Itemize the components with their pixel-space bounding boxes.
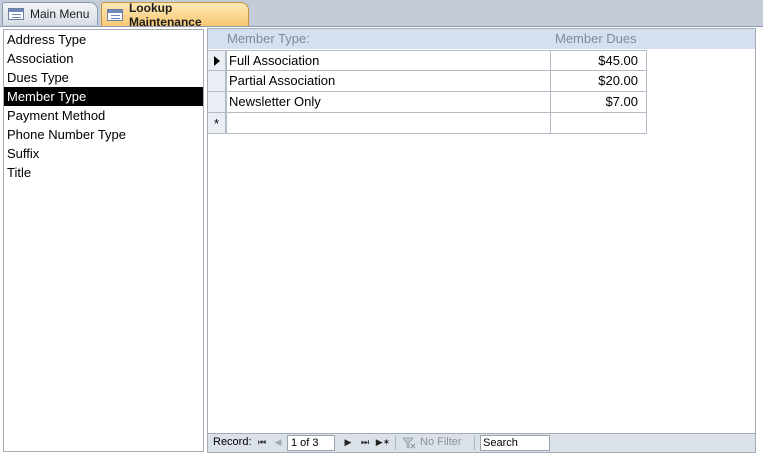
record-label: Record: <box>213 436 252 448</box>
last-record-icon[interactable]: ⏭ <box>359 436 371 449</box>
member-type-cell[interactable]: Partial Association <box>226 71 551 92</box>
new-record-row: * <box>208 113 647 134</box>
member-type-subform: Member Type: Member Dues Full Associatio… <box>207 28 756 453</box>
list-item-payment-method[interactable]: Payment Method <box>4 106 203 125</box>
tab-label: Lookup Maintenance <box>128 0 202 29</box>
tab-lookup-maintenance[interactable]: Lookup Maintenance <box>101 0 249 29</box>
member-type-cell[interactable]: Full Association <box>226 50 551 71</box>
member-dues-cell[interactable]: $7.00 <box>551 92 647 113</box>
list-item-member-type[interactable]: Member Type <box>4 87 203 106</box>
separator <box>395 436 396 450</box>
form-icon <box>107 8 123 21</box>
first-record-icon[interactable]: ⏮ <box>256 436 268 449</box>
current-record-field[interactable]: 1 of 3 <box>287 435 335 451</box>
new-record-icon[interactable]: ▶✶ <box>375 436 391 449</box>
record-selector[interactable] <box>208 50 226 71</box>
next-record-icon[interactable]: ▶ <box>342 436 354 449</box>
tab-main-menu[interactable]: Main Menu <box>2 2 98 25</box>
list-item-dues-type[interactable]: Dues Type <box>4 68 203 87</box>
lookup-list[interactable]: Address Type Association Dues Type Membe… <box>3 29 204 452</box>
member-dues-cell[interactable]: $20.00 <box>551 71 647 92</box>
previous-record-icon[interactable]: ◀ <box>272 436 284 449</box>
column-header-member-type: Member Type: <box>227 31 310 46</box>
new-member-type-cell[interactable] <box>226 113 551 134</box>
new-record-selector[interactable]: * <box>208 113 226 134</box>
new-member-dues-cell[interactable] <box>551 113 647 134</box>
member-dues-cell[interactable]: $45.00 <box>551 50 647 71</box>
filter-icon <box>402 437 416 449</box>
record-selector[interactable] <box>208 92 226 113</box>
list-item-phone-number-type[interactable]: Phone Number Type <box>4 125 203 144</box>
record-selector[interactable] <box>208 71 226 92</box>
table-row: Newsletter Only $7.00 <box>208 92 647 113</box>
list-item-title[interactable]: Title <box>4 163 203 182</box>
member-type-cell[interactable]: Newsletter Only <box>226 92 551 113</box>
record-navigation-bar: Record: ⏮ ◀ 1 of 3 ▶ ⏭ ▶✶ No Filter Sear… <box>208 433 755 452</box>
table-row: Full Association $45.00 <box>208 50 647 71</box>
table-row: Partial Association $20.00 <box>208 71 647 92</box>
column-header-member-dues: Member Dues <box>555 31 637 46</box>
current-record-arrow-icon <box>213 55 220 66</box>
list-item-association[interactable]: Association <box>4 49 203 68</box>
separator <box>474 436 475 450</box>
list-item-suffix[interactable]: Suffix <box>4 144 203 163</box>
document-tab-strip: Main Menu Lookup Maintenance <box>0 0 763 29</box>
filter-status[interactable]: No Filter <box>420 436 462 448</box>
search-input[interactable]: Search <box>480 435 550 451</box>
form-icon <box>8 8 24 20</box>
tab-label: Main Menu <box>30 7 90 21</box>
column-header-band: Member Type: Member Dues <box>208 29 755 49</box>
list-item-address-type[interactable]: Address Type <box>4 30 203 49</box>
